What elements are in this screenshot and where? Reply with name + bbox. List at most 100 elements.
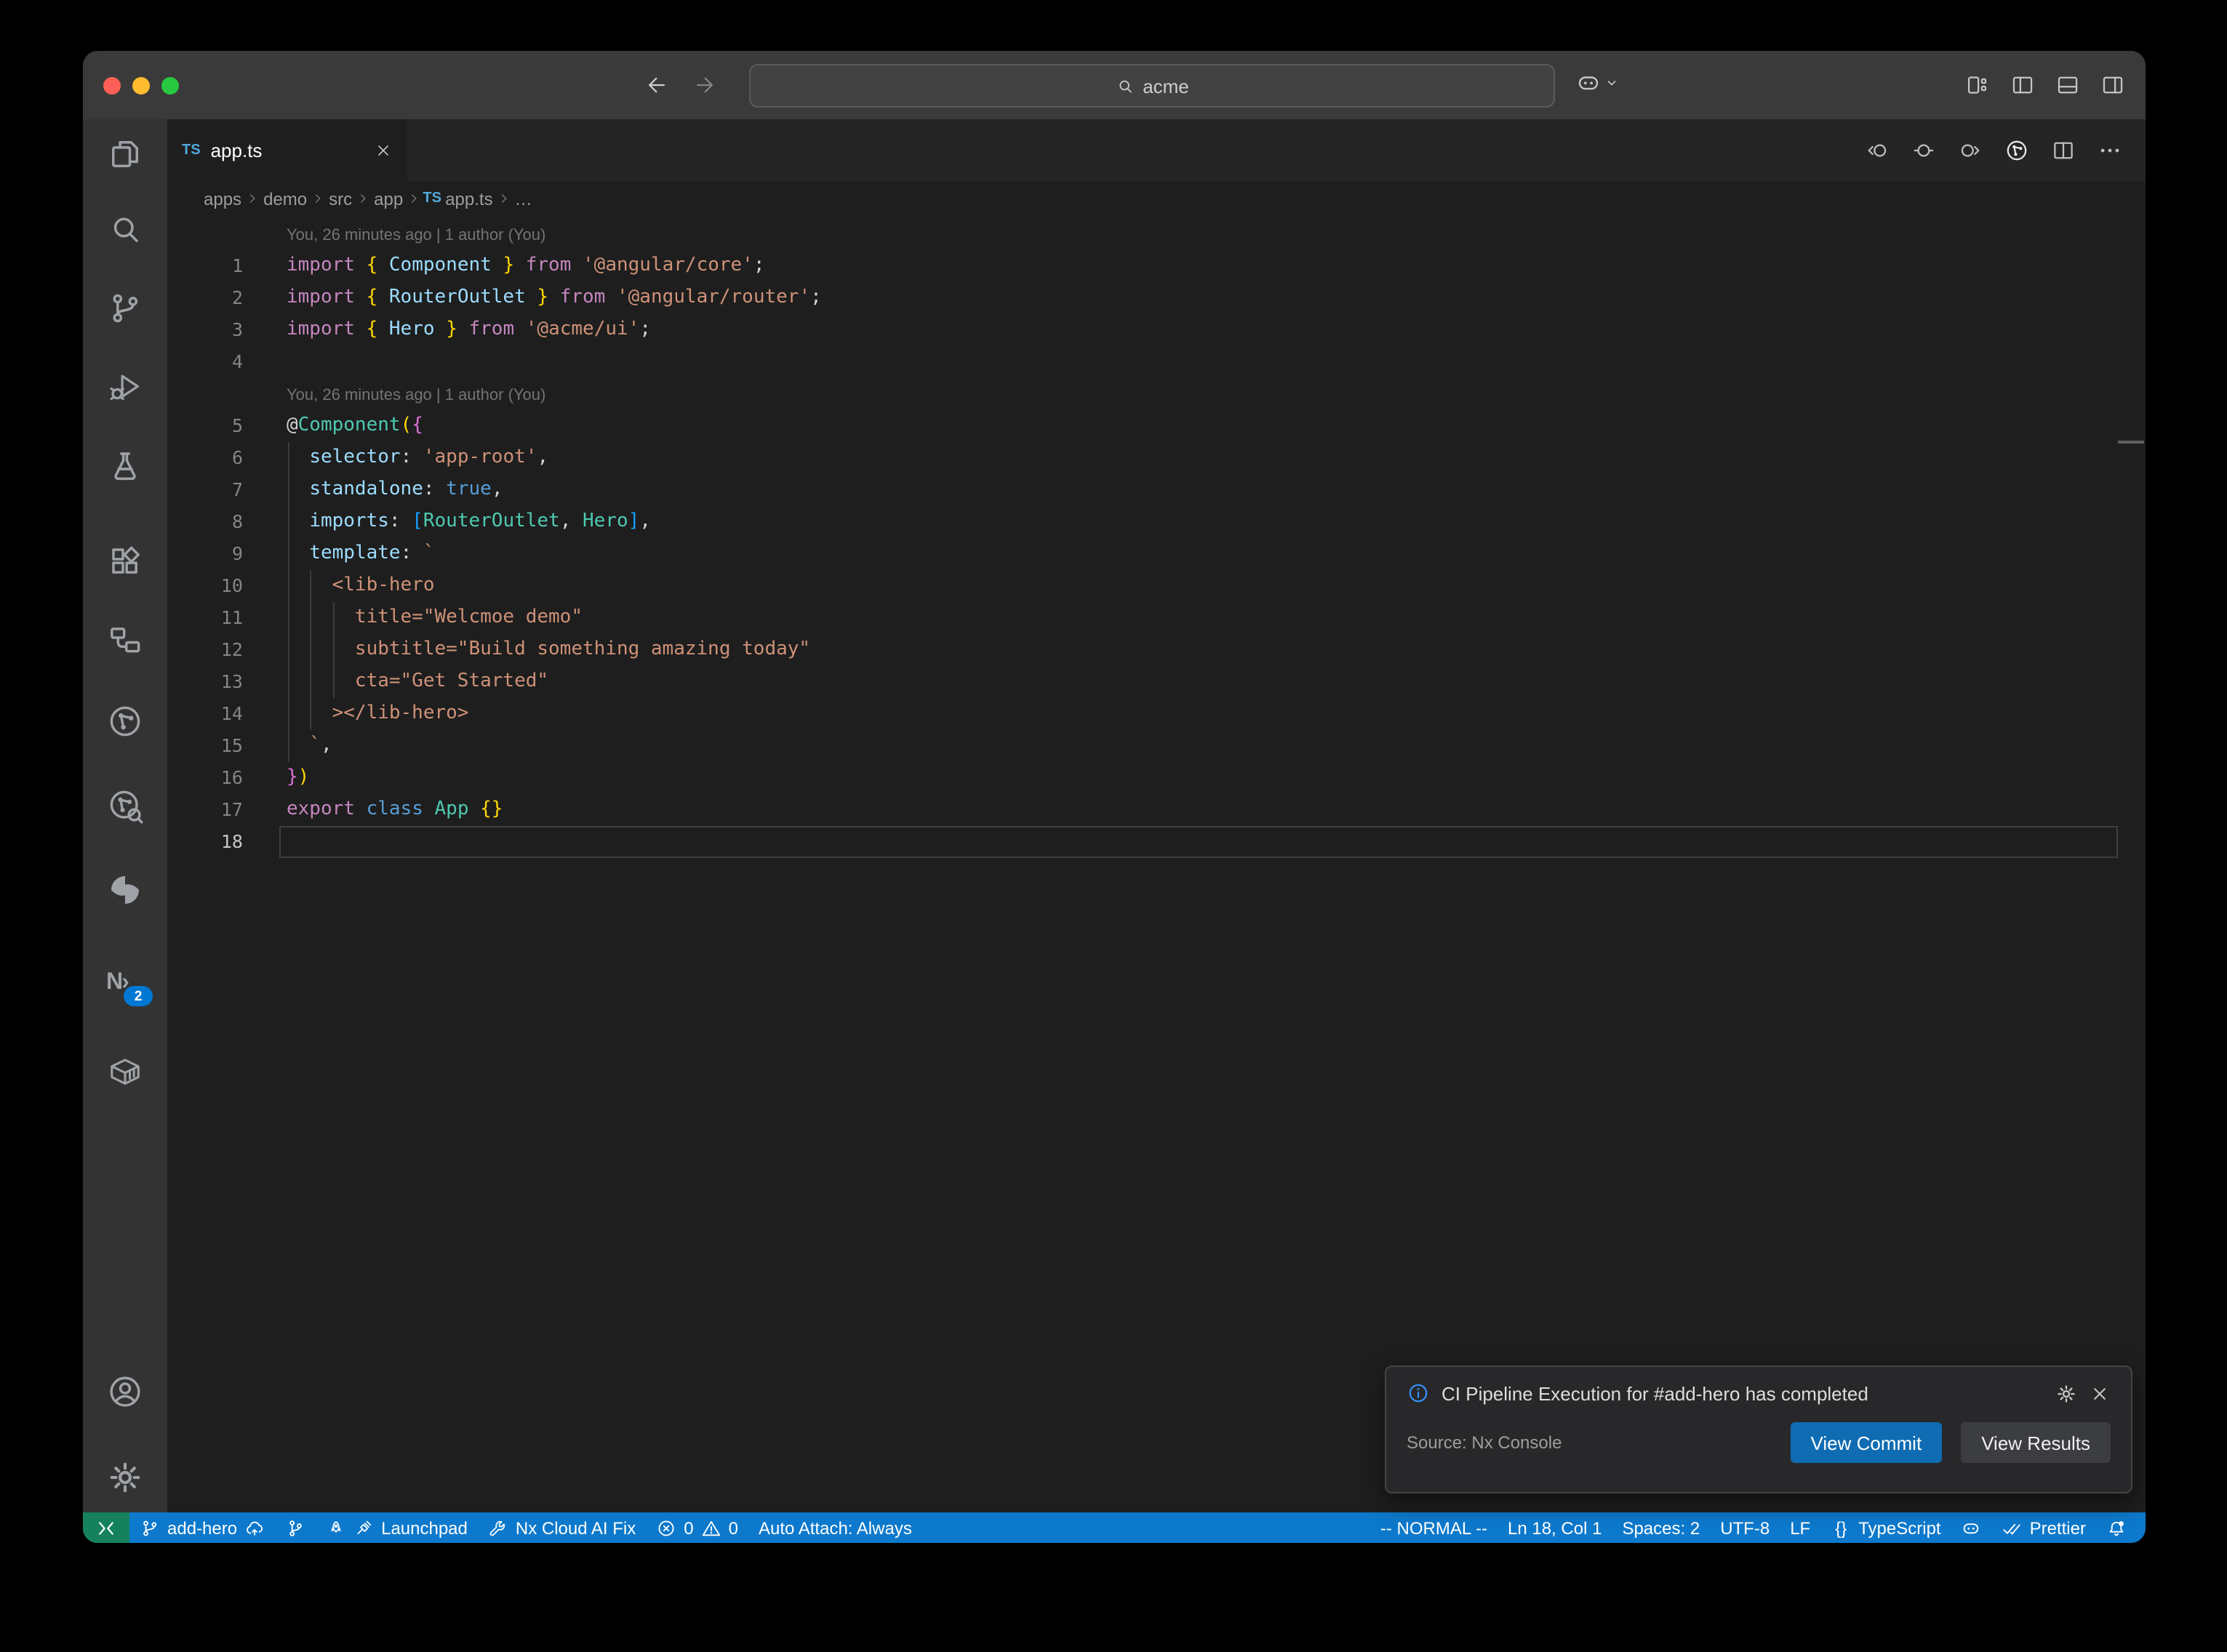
warning-triangle-icon	[701, 1517, 721, 1538]
command-center-search[interactable]: acme	[749, 64, 1555, 108]
status-item-copilot-status[interactable]	[1951, 1512, 1992, 1543]
code-line-8[interactable]: 8 imports: [RouterOutlet, Hero],	[167, 506, 2146, 538]
status-item-notifications[interactable]	[2096, 1512, 2137, 1543]
activity-item-nx-console[interactable]: N›2	[106, 964, 144, 1002]
code-line-1[interactable]: 1import { Component } from '@angular/cor…	[167, 250, 2146, 282]
line-number[interactable]: 16	[167, 762, 243, 794]
code-line-18[interactable]: 18	[167, 826, 2146, 858]
go-forward-icon[interactable]	[692, 73, 717, 97]
view-results-button[interactable]: View Results	[1961, 1422, 2111, 1463]
line-number[interactable]: 11	[167, 602, 243, 634]
status-item-launchpad[interactable]: Launchpad	[316, 1512, 478, 1543]
minimize-window-button[interactable]	[132, 77, 150, 95]
activity-item-explorer[interactable]	[106, 135, 144, 173]
code-line-5[interactable]: 5@Component({	[167, 410, 2146, 442]
line-number[interactable]: 13	[167, 666, 243, 698]
notification-settings-gear-icon[interactable]	[2055, 1382, 2077, 1404]
line-number[interactable]: 7	[167, 474, 243, 506]
split-editor-button[interactable]	[2051, 138, 2076, 163]
line-number[interactable]: 15	[167, 730, 243, 762]
code-line-17[interactable]: 17export class App {}	[167, 794, 2146, 826]
status-item-branch-actions[interactable]	[275, 1512, 316, 1543]
code-line-13[interactable]: 13 cta="Get Started"	[167, 666, 2146, 698]
status-item-vim-mode[interactable]: -- NORMAL --	[1370, 1512, 1498, 1543]
status-item-cursor-position[interactable]: Ln 18, Col 1	[1498, 1512, 1612, 1543]
code-line-2[interactable]: 2import { RouterOutlet } from '@angular/…	[167, 282, 2146, 314]
code-line-9[interactable]: 9 template: `	[167, 538, 2146, 570]
open-next-change-button[interactable]	[1958, 138, 1983, 163]
open-change-button[interactable]	[1911, 138, 1936, 163]
breadcrumb-item-app.ts[interactable]: TSapp.ts	[425, 188, 492, 209]
status-item-language-mode[interactable]: {}TypeScript	[1820, 1512, 1951, 1543]
code-line-4[interactable]: 4	[167, 346, 2146, 378]
tab-bar: TS app.ts	[167, 119, 2146, 182]
activity-item-manage-settings[interactable]	[106, 1459, 144, 1496]
activity-item-edge-tools[interactable]	[106, 871, 144, 909]
breadcrumb-item-app[interactable]: app	[374, 188, 403, 209]
code-line-11[interactable]: 11 title="Welcmoe demo"	[167, 602, 2146, 634]
status-item-problems[interactable]: 00	[646, 1512, 748, 1543]
line-number[interactable]: 12	[167, 634, 243, 666]
close-window-button[interactable]	[103, 77, 121, 95]
breadcrumb-item-more[interactable]: …	[515, 188, 532, 209]
activity-item-extensions[interactable]	[106, 542, 144, 580]
activity-item-source-control[interactable]	[106, 289, 144, 327]
tab-app-ts[interactable]: TS app.ts	[167, 119, 407, 182]
toggle-panel-button[interactable]	[2055, 73, 2080, 105]
line-number[interactable]: 17	[167, 794, 243, 826]
activity-item-search[interactable]	[106, 211, 144, 249]
toggle-secondary-sidebar-button[interactable]	[2100, 73, 2125, 105]
code-line-7[interactable]: 7 standalone: true,	[167, 474, 2146, 506]
activity-item-accounts[interactable]	[106, 1373, 144, 1411]
status-item-nx-cloud-ai-fix[interactable]: Nx Cloud AI Fix	[478, 1512, 646, 1543]
status-item-git-branch-publish[interactable]: add-hero	[129, 1512, 275, 1543]
line-number[interactable]: 5	[167, 410, 243, 442]
activity-item-testing[interactable]	[106, 446, 144, 484]
line-number[interactable]: 2	[167, 282, 243, 314]
line-number[interactable]: 1	[167, 250, 243, 282]
go-back-icon[interactable]	[644, 73, 669, 97]
status-item-encoding[interactable]: UTF-8	[1710, 1512, 1780, 1543]
line-number[interactable]: 14	[167, 698, 243, 730]
line-number[interactable]: 4	[167, 346, 243, 378]
toggle-primary-sidebar-button[interactable]	[2010, 73, 2035, 105]
zoom-window-button[interactable]	[161, 77, 179, 95]
code-line-10[interactable]: 10 <lib-hero	[167, 570, 2146, 602]
code-line-12[interactable]: 12 subtitle="Build something amazing tod…	[167, 634, 2146, 666]
code-line-16[interactable]: 16})	[167, 762, 2146, 794]
activity-item-containers[interactable]	[106, 1053, 144, 1091]
nx-project-graph-button[interactable]	[2004, 138, 2029, 163]
status-item-formatter[interactable]: Prettier	[1992, 1512, 2096, 1543]
activity-item-nx-project-details[interactable]	[106, 621, 144, 659]
line-number[interactable]: 6	[167, 442, 243, 474]
view-commit-button[interactable]: View Commit	[1791, 1422, 1943, 1463]
notification-close-icon[interactable]	[2089, 1382, 2111, 1404]
code-line-6[interactable]: 6 selector: 'app-root',	[167, 442, 2146, 474]
open-previous-change-button[interactable]	[1865, 138, 1890, 163]
code-line-3[interactable]: 3import { Hero } from '@acme/ui';	[167, 314, 2146, 346]
breadcrumb-item-apps[interactable]: apps	[204, 188, 241, 209]
line-number[interactable]: 8	[167, 506, 243, 538]
line-number[interactable]: 18	[167, 826, 243, 858]
close-tab-button[interactable]	[374, 141, 393, 160]
git-blame-annotation: You, 26 minutes ago | 1 author (You)	[287, 218, 2146, 250]
code-line-15[interactable]: 15 `,	[167, 730, 2146, 762]
code-line-14[interactable]: 14 ></lib-hero>	[167, 698, 2146, 730]
more-actions-button[interactable]	[2098, 138, 2122, 163]
status-item-remote-indicator[interactable]	[83, 1512, 129, 1543]
copilot-menu[interactable]	[1575, 70, 1619, 96]
activity-item-run-and-debug[interactable]	[106, 368, 144, 406]
editor[interactable]: You, 26 minutes ago | 1 author (You)1imp…	[167, 215, 2146, 1512]
status-item-indentation[interactable]: Spaces: 2	[1612, 1512, 1710, 1543]
line-number[interactable]: 3	[167, 314, 243, 346]
activity-item-nx-graph-search[interactable]	[106, 787, 144, 825]
activity-item-nx-graph[interactable]	[106, 702, 144, 740]
status-item-auto-attach[interactable]: Auto Attach: Always	[748, 1512, 922, 1543]
breadcrumb-item-src[interactable]: src	[329, 188, 352, 209]
workbench: N›2 TS app.ts apps demo src app TSapp.ts … Yo…	[83, 119, 2146, 1512]
status-item-eol[interactable]: LF	[1780, 1512, 1820, 1543]
customize-layout-button[interactable]	[1965, 73, 1990, 105]
line-number[interactable]: 10	[167, 570, 243, 602]
breadcrumb-item-demo[interactable]: demo	[263, 188, 307, 209]
line-number[interactable]: 9	[167, 538, 243, 570]
